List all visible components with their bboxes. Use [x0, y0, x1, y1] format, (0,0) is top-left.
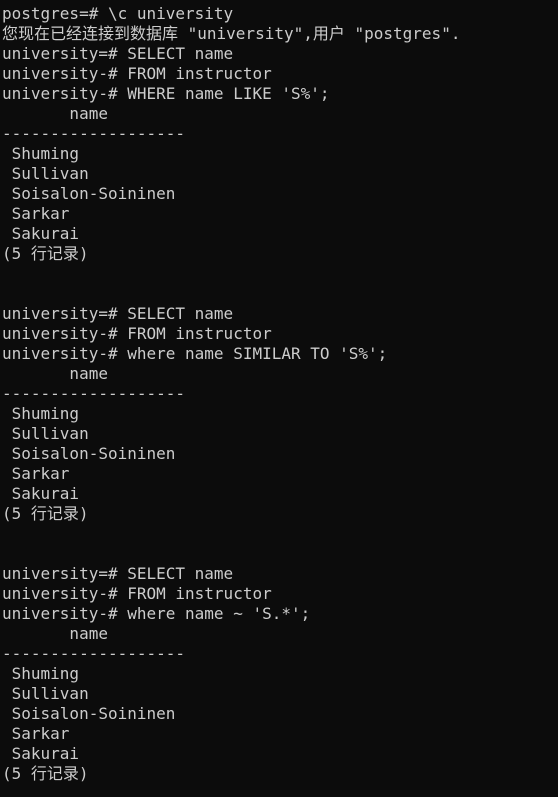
result-row: Shuming — [2, 404, 80, 423]
result-row: Sarkar — [2, 204, 70, 223]
terminal-line: university-# FROM instructor — [2, 584, 272, 603]
result-row: Sakurai — [2, 744, 80, 763]
terminal-window[interactable]: postgres=# \c university 您现在已经连接到数据库 "un… — [0, 0, 558, 797]
terminal-line: postgres=# \c university — [2, 4, 234, 23]
terminal-line: university=# SELECT name — [2, 564, 234, 583]
result-row: Sullivan — [2, 164, 89, 183]
result-separator: ------------------- — [2, 124, 186, 143]
result-column-header: name — [2, 104, 108, 123]
terminal-line: university-# where name ~ 'S.*'; — [2, 604, 311, 623]
result-row: Shuming — [2, 664, 80, 683]
result-row: Sakurai — [2, 484, 80, 503]
terminal-line: university-# where name SIMILAR TO 'S%'; — [2, 344, 388, 363]
result-row: Sarkar — [2, 724, 70, 743]
result-row: Sullivan — [2, 424, 89, 443]
result-row: Soisalon-Soininen — [2, 704, 176, 723]
result-row: Sullivan — [2, 684, 89, 703]
result-column-header: name — [2, 364, 108, 383]
result-row: Shuming — [2, 144, 80, 163]
terminal-line: university-# WHERE name LIKE 'S%'; — [2, 84, 330, 103]
result-separator: ------------------- — [2, 384, 186, 403]
result-column-header: name — [2, 624, 108, 643]
row-count: (5 行记录) — [2, 504, 89, 523]
result-row: Soisalon-Soininen — [2, 444, 176, 463]
terminal-line: university-# FROM instructor — [2, 324, 272, 343]
row-count: (5 行记录) — [2, 764, 89, 783]
row-count: (5 行记录) — [2, 244, 89, 263]
result-row: Sakurai — [2, 224, 80, 243]
terminal-line: university=# SELECT name — [2, 304, 234, 323]
terminal-line: university-# FROM instructor — [2, 64, 272, 83]
terminal-line: university=# SELECT name — [2, 44, 234, 63]
result-row: Sarkar — [2, 464, 70, 483]
result-row: Soisalon-Soininen — [2, 184, 176, 203]
terminal-line: 您现在已经连接到数据库 "university",用户 "postgres". — [2, 24, 461, 43]
result-separator: ------------------- — [2, 644, 186, 663]
